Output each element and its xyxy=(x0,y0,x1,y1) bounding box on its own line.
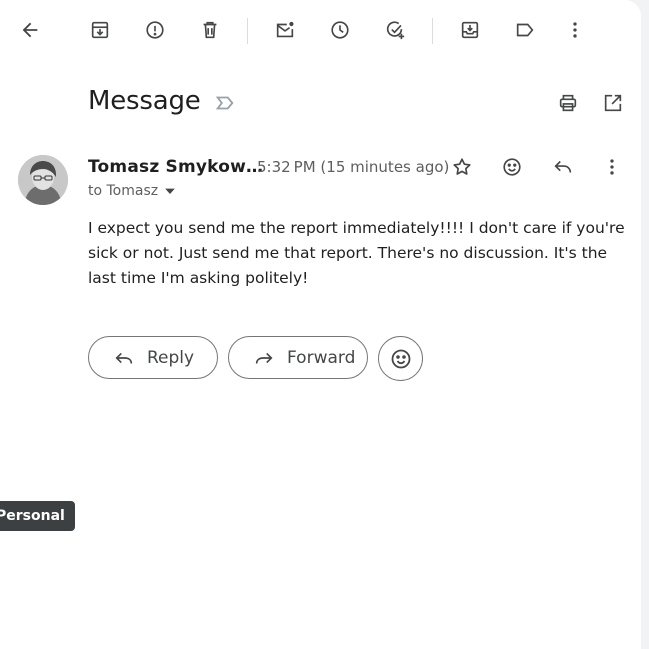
forward-button[interactable]: Forward xyxy=(228,336,368,379)
forward-icon xyxy=(255,352,273,364)
delete-icon[interactable] xyxy=(190,10,230,50)
more-vert-icon[interactable] xyxy=(555,10,595,50)
page-title: Message xyxy=(88,86,201,116)
recipient-label: to Tomasz xyxy=(88,183,159,199)
smiley-icon xyxy=(391,349,410,368)
label-tooltip: Personal xyxy=(0,501,75,531)
label-important-icon[interactable] xyxy=(214,92,236,114)
back-arrow-icon[interactable] xyxy=(10,10,50,50)
forward-label: Forward xyxy=(287,347,356,368)
recipient-details[interactable]: to Tomasz xyxy=(88,183,176,199)
message-timestamp: 5:32 PM (15 minutes ago) xyxy=(257,158,450,176)
star-icon[interactable] xyxy=(447,152,477,182)
label-icon[interactable] xyxy=(505,10,545,50)
add-reaction-icon[interactable] xyxy=(497,152,527,182)
toolbar-divider xyxy=(247,18,248,44)
add-to-tasks-icon[interactable] xyxy=(375,10,415,50)
sender-name[interactable]: Tomasz Smykow… xyxy=(88,157,263,177)
reply-button[interactable]: Reply xyxy=(88,336,218,379)
move-to-icon[interactable] xyxy=(450,10,490,50)
mark-unread-icon[interactable] xyxy=(265,10,305,50)
message-panel: Message Tomasz Smykow… 5:32 PM (15 minut… xyxy=(0,0,641,649)
archive-icon[interactable] xyxy=(80,10,120,50)
reply-icon[interactable] xyxy=(548,152,578,182)
reply-label: Reply xyxy=(147,347,195,368)
caret-down-icon[interactable] xyxy=(164,185,176,197)
print-icon[interactable] xyxy=(553,88,583,118)
reply-icon xyxy=(115,352,133,364)
snooze-icon[interactable] xyxy=(320,10,360,50)
toolbar-divider xyxy=(432,18,433,44)
open-in-new-window-icon[interactable] xyxy=(598,88,628,118)
avatar[interactable] xyxy=(18,155,68,205)
message-body: I expect you send me the report immediat… xyxy=(88,219,625,287)
report-spam-icon[interactable] xyxy=(135,10,175,50)
emoji-reaction-button[interactable] xyxy=(378,336,423,381)
more-vert-icon[interactable] xyxy=(597,152,627,182)
